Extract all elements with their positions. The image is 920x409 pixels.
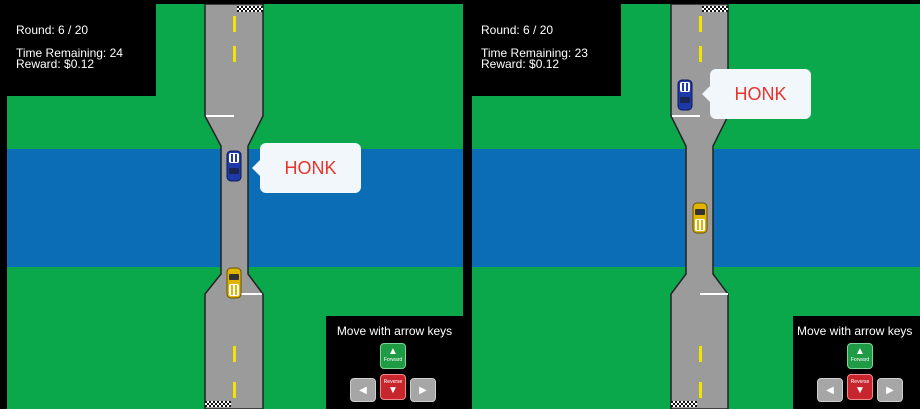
round-counter: Round: 6 / 20 bbox=[16, 23, 89, 37]
forward-button[interactable]: ▲ Forward bbox=[380, 343, 406, 369]
reward-display: Reward: $0.12 bbox=[16, 57, 95, 71]
round-counter: Round: 6 / 20 bbox=[481, 23, 554, 37]
player-car bbox=[226, 150, 242, 182]
down-arrow-icon: ▼ bbox=[388, 385, 398, 396]
right-arrow-icon: ▶ bbox=[419, 385, 427, 396]
right-arrow-icon: ▶ bbox=[886, 385, 894, 396]
forward-label: Forward bbox=[850, 357, 870, 363]
reward-display: Reward: $0.12 bbox=[481, 57, 560, 71]
finish-line-top bbox=[237, 6, 263, 12]
finish-line-bottom bbox=[205, 401, 231, 407]
left-arrow-icon: ◀ bbox=[359, 385, 367, 396]
forward-button[interactable]: ▲ Forward bbox=[847, 343, 873, 369]
finish-line-top bbox=[702, 6, 728, 12]
left-button[interactable]: ◀ bbox=[817, 378, 843, 402]
game-view-right: HONK Round: 6 / 20 Time Remaining: 23 Re… bbox=[472, 4, 920, 409]
left-button[interactable]: ◀ bbox=[350, 378, 376, 402]
honk-text: HONK bbox=[734, 84, 787, 104]
up-arrow-icon: ▲ bbox=[855, 346, 865, 357]
reverse-button[interactable]: Reverse ▼ bbox=[847, 374, 873, 400]
honk-bubble: HONK bbox=[702, 69, 811, 119]
left-arrow-icon: ◀ bbox=[826, 385, 834, 396]
controls-panel-left: Move with arrow keys ▲ Forward Reverse ▼… bbox=[326, 316, 463, 409]
controls-hint: Move with arrow keys bbox=[336, 324, 453, 338]
hud-right: Round: 6 / 20 Time Remaining: 23 Reward:… bbox=[472, 4, 621, 96]
other-car bbox=[226, 267, 242, 299]
forward-label: Forward bbox=[383, 357, 403, 363]
honk-text: HONK bbox=[284, 158, 337, 178]
honk-bubble: HONK bbox=[252, 143, 361, 193]
player-car bbox=[677, 79, 693, 111]
controls-panel-right: Move with arrow keys ▲ Forward Reverse ▼… bbox=[793, 316, 920, 409]
down-arrow-icon: ▼ bbox=[855, 385, 865, 396]
right-button[interactable]: ▶ bbox=[877, 378, 903, 402]
game-view-left: HONK Round: 6 / 20 Time Remaining: 24 Re… bbox=[7, 4, 463, 409]
other-car bbox=[692, 202, 708, 234]
up-arrow-icon: ▲ bbox=[388, 346, 398, 357]
finish-line-bottom bbox=[671, 401, 697, 407]
hud-left: Round: 6 / 20 Time Remaining: 24 Reward:… bbox=[7, 4, 156, 96]
reverse-button[interactable]: Reverse ▼ bbox=[380, 374, 406, 400]
right-button[interactable]: ▶ bbox=[410, 378, 436, 402]
controls-hint: Move with arrow keys bbox=[797, 324, 913, 338]
